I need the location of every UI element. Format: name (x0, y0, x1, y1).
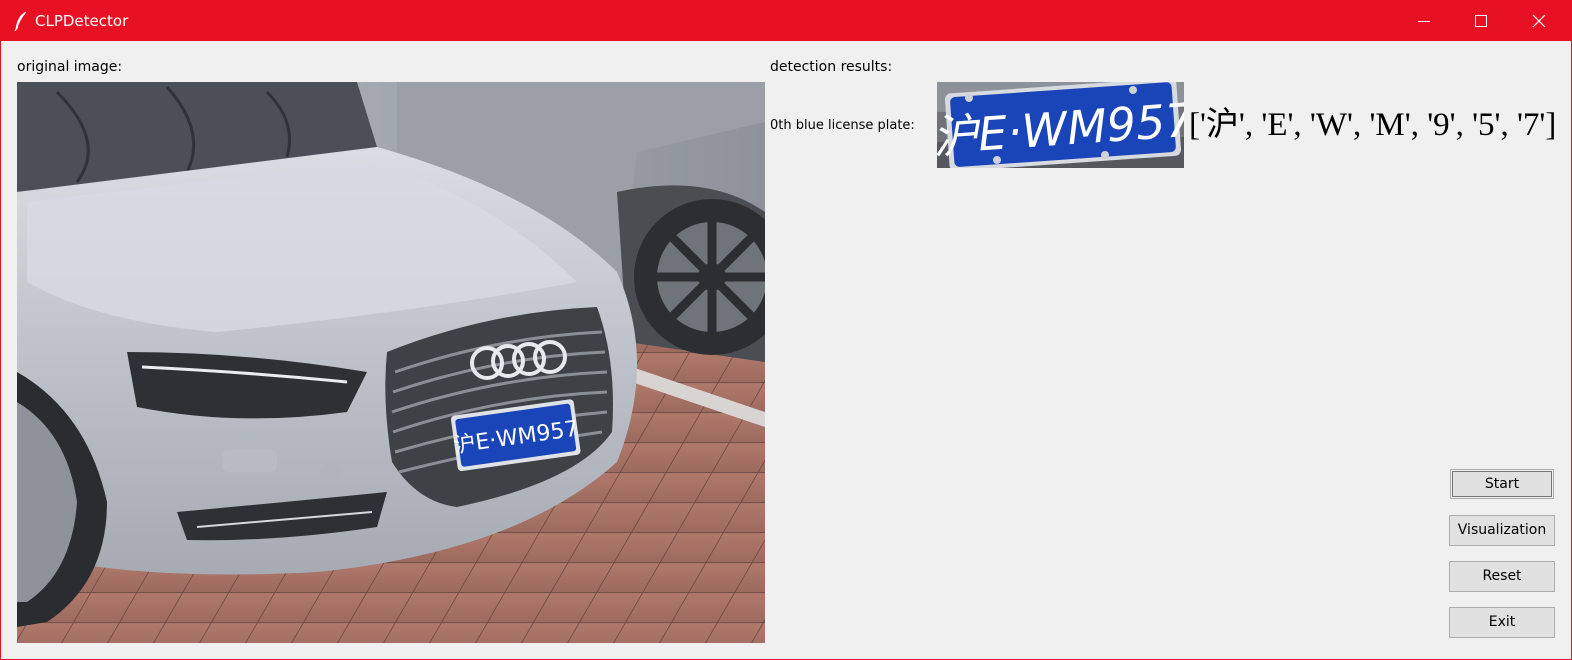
close-icon (1532, 14, 1546, 28)
original-image: 沪E·WM957 (17, 82, 765, 643)
plate-crop-image: 沪E·WM957 (937, 82, 1184, 168)
visualization-button[interactable]: Visualization (1449, 515, 1555, 546)
minimize-icon (1418, 21, 1430, 22)
maximize-icon (1475, 15, 1487, 27)
exit-button[interactable]: Exit (1449, 607, 1555, 638)
title-bar[interactable]: CLPDetector (1, 1, 1571, 41)
original-image-label: original image: (17, 59, 123, 75)
app-window: CLPDetector original image: detection re… (0, 0, 1572, 660)
detection-results-label: detection results: (770, 59, 893, 75)
minimize-button[interactable] (1395, 1, 1453, 41)
maximize-button[interactable] (1452, 1, 1510, 41)
start-button[interactable]: Start (1450, 469, 1554, 499)
feather-icon (14, 11, 27, 31)
reset-button[interactable]: Reset (1449, 561, 1555, 592)
window-title: CLPDetector (35, 12, 129, 30)
plate-index-label: 0th blue license plate: (770, 118, 915, 133)
close-button[interactable] (1510, 1, 1568, 41)
recognition-result: ['沪', 'E', 'W', 'M', '9', '5', '7'] (1189, 107, 1557, 143)
